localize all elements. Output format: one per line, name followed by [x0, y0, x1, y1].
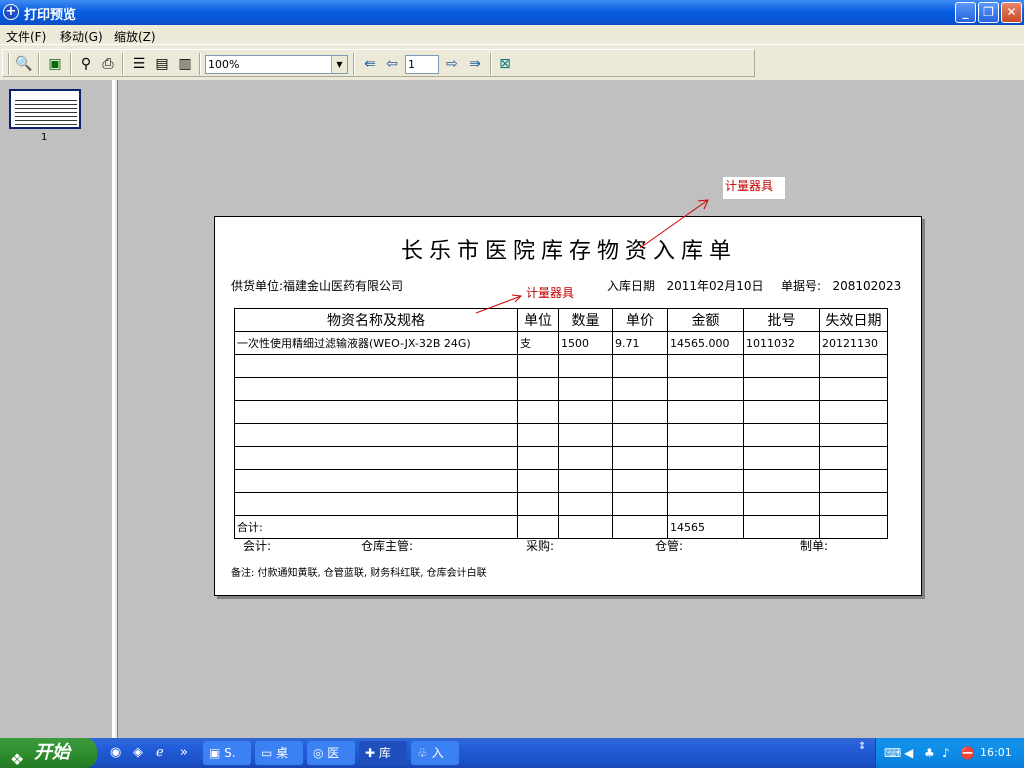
next-page-icon[interactable]: ⇨: [441, 54, 463, 74]
table-row: [234, 492, 888, 516]
menu-move[interactable]: 移动(G): [60, 28, 103, 45]
supplier-line: 供货单位:福建金山医药有限公司: [231, 277, 403, 294]
taskbar: ❖ 开始 ◉ ◈ ℯ » ▣ S. ▭ 桌 ◎ 医 ✚ 库 ♧ 入 ⇕ ⌨ ◀ …: [0, 738, 1024, 768]
table-row: [234, 377, 888, 401]
task-button-active[interactable]: ✚ 库: [359, 741, 407, 765]
multi-page-icon[interactable]: ▥: [174, 54, 196, 74]
cell-qty: 1500: [558, 331, 613, 355]
prev-page-icon[interactable]: ⇦: [381, 54, 403, 74]
sig-preparer: 制单:: [800, 539, 829, 553]
start-button[interactable]: ❖ 开始: [0, 738, 97, 768]
tray-expand-icon[interactable]: ◀: [904, 746, 913, 760]
items-table: 物资名称及规格 单位 数量 单价 金额 批号 失效日期 一次性使用精细过滤输液器…: [234, 308, 888, 539]
task-button[interactable]: ♧ 入: [411, 741, 459, 765]
supplier-label: 供货单位:: [231, 279, 284, 293]
more-icon[interactable]: »: [180, 745, 188, 760]
keyboard-icon[interactable]: ⌨: [884, 746, 901, 760]
title-bar: + 打印预览 _ ❐ ✕: [0, 0, 1024, 25]
document-title: 长乐市医院库存物资入库单: [400, 239, 737, 264]
table-row: 一次性使用精细过滤输液器(WEO-JX-32B 24G) 支 1500 9.71…: [234, 331, 888, 355]
annotation-label: 计量器具: [723, 177, 785, 199]
restore-button[interactable]: ❐: [978, 2, 999, 23]
two-page-icon[interactable]: ▤: [151, 54, 173, 74]
cell-price: 9.71: [612, 331, 668, 355]
sig-accountant: 会计:: [243, 539, 272, 553]
find-icon[interactable]: ⚲: [75, 54, 97, 74]
volume-icon[interactable]: ♪: [942, 746, 950, 760]
task-button[interactable]: ◎ 医: [307, 741, 355, 765]
print-icon[interactable]: ⎙: [97, 54, 119, 74]
menu-file[interactable]: 文件(F): [6, 28, 46, 45]
table-row: [234, 354, 888, 378]
cell-expiry: 20121130: [819, 331, 888, 355]
header-qty: 数量: [558, 308, 613, 332]
sig-storekeeper: 仓管:: [655, 539, 684, 553]
stop-icon[interactable]: ⛔: [960, 746, 975, 760]
windows-flag-icon: ❖: [10, 750, 25, 768]
date-value: 2011年02月10日: [666, 279, 764, 293]
task-button[interactable]: ▭ 桌: [255, 741, 303, 765]
search-icon[interactable]: 🔍: [13, 54, 35, 74]
zoom-select[interactable]: 100% ▼: [205, 55, 348, 74]
total-label: 合计:: [234, 515, 518, 539]
ie-icon[interactable]: ℯ: [156, 745, 164, 760]
header-expiry: 失效日期: [819, 308, 888, 332]
quicklaunch-icon[interactable]: ◉: [110, 745, 121, 760]
total-row: 合计: 14565: [234, 515, 888, 539]
first-page-icon[interactable]: ⇚: [359, 54, 381, 74]
taskbar-scroll-icon[interactable]: ⇕: [858, 741, 866, 752]
close-button[interactable]: ✕: [1001, 2, 1022, 23]
cell-batch: 1011032: [743, 331, 820, 355]
header-unit: 单位: [517, 308, 559, 332]
close-preview-icon[interactable]: ⊠: [494, 54, 516, 74]
cell-unit: 支: [517, 331, 559, 355]
sig-purchase: 采购:: [526, 539, 555, 553]
document-page: 长乐市医院库存物资入库单 供货单位:福建金山医药有限公司 入库日期 2011年0…: [214, 216, 922, 596]
annotation-label: 计量器具: [524, 284, 577, 301]
table-row: [234, 400, 888, 424]
zoom-value: 100%: [208, 58, 240, 71]
date-label: 入库日期: [607, 279, 656, 293]
start-label: 开始: [34, 742, 70, 763]
sig-warehouse-head: 仓库主管:: [361, 539, 414, 553]
date-line: 入库日期 2011年02月10日: [607, 277, 764, 294]
quicklaunch-icon[interactable]: ◈: [133, 745, 143, 760]
menu-bar: 文件(F) 移动(G) 缩放(Z): [0, 25, 1024, 45]
table-row: [234, 469, 888, 493]
docno-value: 208102023: [832, 279, 902, 293]
header-price: 单价: [612, 308, 668, 332]
page-input[interactable]: 1: [405, 55, 439, 74]
thumbnail-page-number: 1: [41, 132, 48, 143]
cell-amount: 14565.000: [667, 331, 744, 355]
menu-zoom[interactable]: 缩放(Z): [114, 28, 156, 45]
total-amount: 14565: [667, 515, 744, 539]
page-thumbnail[interactable]: [9, 89, 81, 129]
network-icon[interactable]: ♣: [924, 746, 935, 760]
table-row: [234, 446, 888, 470]
cell-name: 一次性使用精细过滤输液器(WEO-JX-32B 24G): [234, 331, 518, 355]
docno-line: 单据号: 208102023: [781, 277, 901, 294]
table-row: [234, 423, 888, 447]
single-page-icon[interactable]: ☰: [128, 54, 150, 74]
clock[interactable]: 16:01: [980, 746, 1012, 759]
last-page-icon[interactable]: ⇛: [464, 54, 486, 74]
minimize-button[interactable]: _: [955, 2, 976, 23]
header-name: 物资名称及规格: [234, 308, 518, 332]
thumbnail-panel: 1: [0, 80, 114, 738]
chevron-down-icon[interactable]: ▼: [331, 56, 347, 73]
save-icon[interactable]: ▣: [44, 54, 66, 74]
docno-label: 单据号:: [781, 279, 822, 293]
app-icon: +: [3, 4, 19, 20]
window-title: 打印预览: [24, 8, 77, 23]
toolbar: 🔍 ▣ ⚲ ⎙ ☰ ▤ ▥ 100% ▼ ⇚ ⇦ 1 ⇨ ⇛ ⊠: [0, 46, 1024, 80]
table-header-row: 物资名称及规格 单位 数量 单价 金额 批号 失效日期: [234, 308, 888, 332]
header-amount: 金额: [667, 308, 744, 332]
task-button[interactable]: ▣ S.: [203, 741, 251, 765]
header-batch: 批号: [743, 308, 820, 332]
supplier-value: 福建金山医药有限公司: [283, 279, 404, 293]
remark: 备注: 付款通知黄联, 仓管蓝联, 财务科红联, 仓库会计白联: [231, 568, 487, 579]
